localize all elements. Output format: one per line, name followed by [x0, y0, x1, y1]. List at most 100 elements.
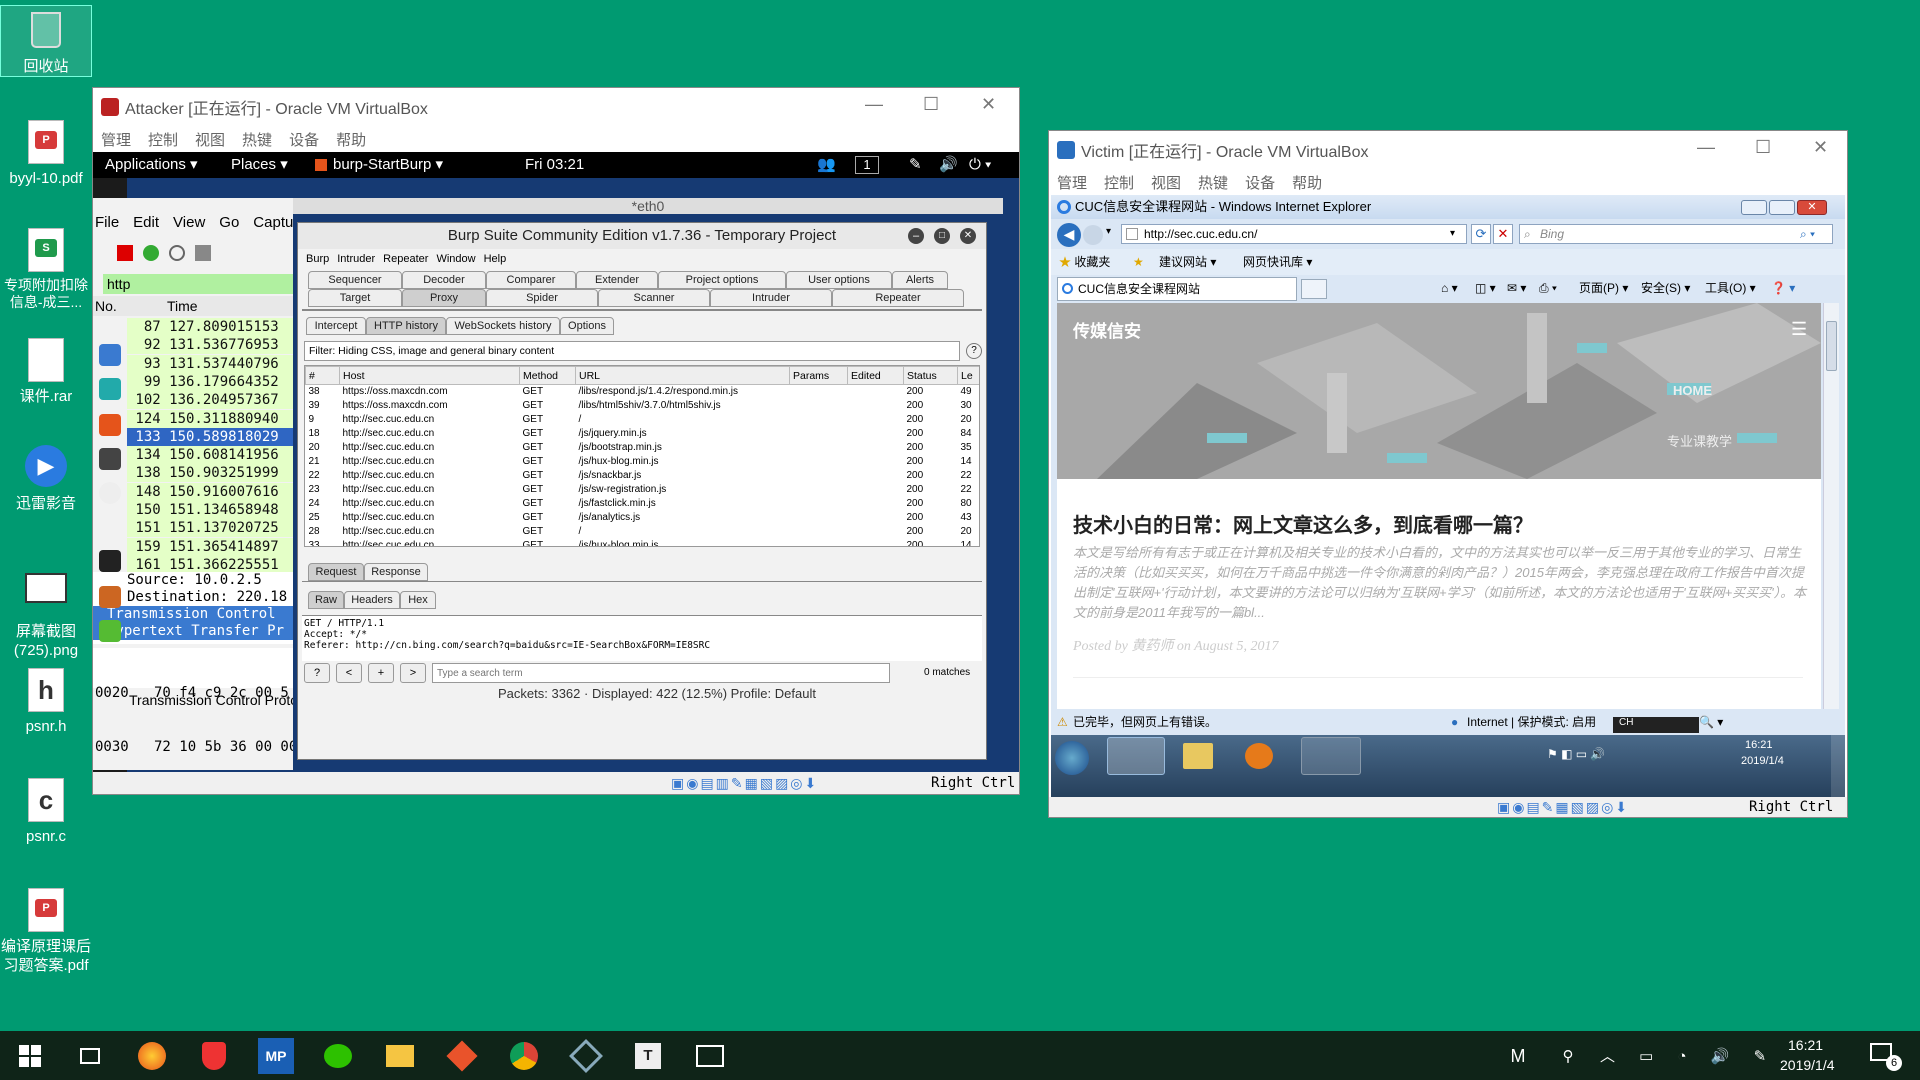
- desktop-icon-xunlei[interactable]: ▶ 迅雷影音: [0, 445, 92, 513]
- packet-row[interactable]: 138 150.903251999: [127, 464, 293, 483]
- menu-item[interactable]: 管理: [101, 129, 131, 150]
- packet-row[interactable]: 102 136.204957367: [127, 391, 293, 410]
- file-explorer-icon[interactable]: [382, 1038, 418, 1074]
- table-row[interactable]: 18 http://sec.cuc.edu.cn GET/js/jquery.min…: [306, 427, 980, 441]
- menu-item[interactable]: 管理: [1057, 172, 1087, 193]
- clock-date[interactable]: 2019/1/4: [1780, 1057, 1835, 1073]
- warning-icon[interactable]: ⚠: [1057, 711, 1068, 733]
- new-tab-button[interactable]: [1301, 279, 1327, 299]
- desktop-icon-psnr-h[interactable]: h psnr.h: [0, 668, 92, 736]
- search-go-icon[interactable]: ⌕ ▾: [1800, 225, 1815, 243]
- column-header[interactable]: URL: [575, 366, 790, 385]
- maximize-button[interactable]: ☐: [923, 94, 939, 115]
- ie-taskbar-icon[interactable]: [1107, 737, 1165, 775]
- menu-item[interactable]: 设备: [289, 129, 319, 150]
- column-header[interactable]: Method: [519, 366, 576, 385]
- tab-websockets-history[interactable]: WebSockets history: [446, 317, 560, 335]
- mail-icon[interactable]: ✉ ▾: [1507, 275, 1526, 301]
- burp-titlebar[interactable]: Burp Suite Community Edition v1.7.36 - T…: [298, 223, 986, 249]
- device-icons[interactable]: ▣◉▤✎▦▧▨◎⬇: [1497, 797, 1629, 817]
- close-button[interactable]: ✕: [981, 94, 996, 115]
- menu-item[interactable]: Burp: [306, 253, 329, 265]
- packet-row[interactable]: 150 151.134658948: [127, 501, 293, 519]
- column-no[interactable]: No.: [95, 296, 117, 316]
- packet-row[interactable]: 92 131.536776953: [127, 336, 293, 355]
- nav-course[interactable]: 专业课教学: [1667, 431, 1732, 450]
- tab-response[interactable]: Response: [364, 563, 428, 581]
- table-row[interactable]: 9 http://sec.cuc.edu.cn GET / 200 20: [306, 413, 980, 427]
- wechat-icon[interactable]: [320, 1038, 356, 1074]
- table-row[interactable]: 25 http://sec.cuc.edu.cn GET/js/analytics.…: [306, 511, 980, 525]
- hex-line[interactable]: 0030 72 10 5b 36 00 00: [93, 738, 293, 756]
- page-menu[interactable]: 页面(P) ▾: [1579, 275, 1628, 301]
- history-dropdown-icon[interactable]: ▾: [1106, 226, 1111, 237]
- column-header[interactable]: Host: [339, 366, 520, 385]
- zoom-control[interactable]: 🔍 ▾: [1699, 711, 1723, 733]
- fav-item-webslice[interactable]: 网页快讯库 ▾: [1243, 249, 1312, 275]
- system-tray[interactable]: ︿ ▭ ◔ 🔊 ✎: [1600, 1045, 1776, 1066]
- detail-line-selected[interactable]: Hypertext Transfer Pr: [93, 623, 293, 640]
- device-icons[interactable]: ▣◉▤▥✎▦▧▨◎⬇: [671, 772, 818, 794]
- menu-item[interactable]: 帮助: [336, 129, 366, 150]
- table-row[interactable]: 21 http://sec.cuc.edu.cn GET/js/hux-blog.m…: [306, 455, 980, 469]
- media-player-taskbar-icon[interactable]: [1245, 743, 1273, 769]
- pen-icon[interactable]: ✎: [909, 152, 922, 178]
- maximize-button[interactable]: [1769, 200, 1795, 215]
- dock-app-icon[interactable]: [99, 482, 121, 504]
- print-icon[interactable]: ⎙ ▾: [1539, 275, 1557, 301]
- nav-home[interactable]: HOME: [1673, 383, 1712, 398]
- tab-request[interactable]: Request: [308, 563, 364, 581]
- search-input[interactable]: [432, 663, 890, 683]
- feeds-icon[interactable]: ◫ ▾: [1475, 275, 1496, 301]
- menu-item[interactable]: Intruder: [337, 253, 375, 265]
- dock-app-icon[interactable]: [99, 378, 121, 400]
- packet-row[interactable]: 99 136.179664352: [127, 372, 293, 391]
- browser-tab[interactable]: CUC信息安全课程网站: [1057, 277, 1297, 301]
- packet-row[interactable]: 93 131.537440796: [127, 354, 293, 373]
- desktop-icon-recycle-bin[interactable]: 回收站: [0, 5, 92, 77]
- clock[interactable]: Fri 03:21: [525, 152, 584, 178]
- column-time[interactable]: Time: [167, 296, 198, 316]
- next-button[interactable]: >: [400, 663, 426, 683]
- open-icon[interactable]: [195, 245, 211, 261]
- close-button[interactable]: ✕: [1813, 137, 1828, 158]
- options-icon[interactable]: [169, 245, 185, 261]
- desktop-icon-screenshot[interactable]: 屏幕截图(725).png: [0, 565, 92, 660]
- packet-row[interactable]: 151 151.137020725: [127, 519, 293, 538]
- table-row[interactable]: 39 https://oss.maxcdn.com GET/libs/html5sh…: [306, 399, 980, 413]
- photos-icon[interactable]: [692, 1038, 728, 1074]
- dock-app-icon[interactable]: [99, 620, 121, 642]
- tab-options[interactable]: Options: [560, 317, 614, 335]
- desktop-icon-spreadsheet[interactable]: S 专项附加扣除信息-成三...: [0, 228, 92, 311]
- menu-item[interactable]: 视图: [1151, 172, 1181, 193]
- menu-item[interactable]: 热键: [1198, 172, 1228, 193]
- menu-item[interactable]: 热键: [242, 129, 272, 150]
- column-header[interactable]: Le: [957, 366, 979, 385]
- column-header[interactable]: Edited: [847, 366, 904, 385]
- back-button[interactable]: ◀: [1057, 223, 1081, 247]
- minimize-button[interactable]: –: [908, 228, 924, 244]
- request-raw-editor[interactable]: GET / HTTP/1.1 Accept: */* Referer: http…: [302, 615, 982, 661]
- menu-item[interactable]: Captu: [253, 214, 293, 236]
- dock-app-icon[interactable]: [99, 448, 121, 470]
- detail-line[interactable]: Destination: 220.18: [93, 589, 293, 606]
- stop-capture-icon[interactable]: [117, 245, 133, 261]
- table-row[interactable]: 28 http://sec.cuc.edu.cn GET / 200 20: [306, 525, 980, 539]
- people-icon[interactable]: 👥: [817, 152, 836, 178]
- table-row[interactable]: 22 http://sec.cuc.edu.cn GET/js/snackbar.j…: [306, 469, 980, 483]
- vertical-scrollbar[interactable]: [1823, 303, 1839, 709]
- menu-toggle-icon[interactable]: ☰: [1791, 319, 1807, 340]
- packet-row[interactable]: 159 151.365414897: [127, 537, 293, 556]
- menu-item[interactable]: Repeater: [383, 253, 428, 265]
- stop-button[interactable]: ✕: [1493, 224, 1513, 244]
- maximize-button[interactable]: □: [934, 228, 950, 244]
- close-button[interactable]: ✕: [960, 228, 976, 244]
- site-brand[interactable]: 传媒信安: [1073, 317, 1141, 342]
- detail-line-selected[interactable]: Transmission Control: [93, 606, 293, 623]
- previous-button[interactable]: <: [336, 663, 362, 683]
- safety-menu[interactable]: 安全(S) ▾: [1641, 275, 1690, 301]
- places-menu[interactable]: Places ▾: [231, 152, 288, 178]
- wireshark-titlebar[interactable]: *eth0: [293, 198, 1003, 214]
- minimize-button[interactable]: —: [1697, 137, 1715, 158]
- tab-repeater[interactable]: Repeater: [832, 289, 964, 307]
